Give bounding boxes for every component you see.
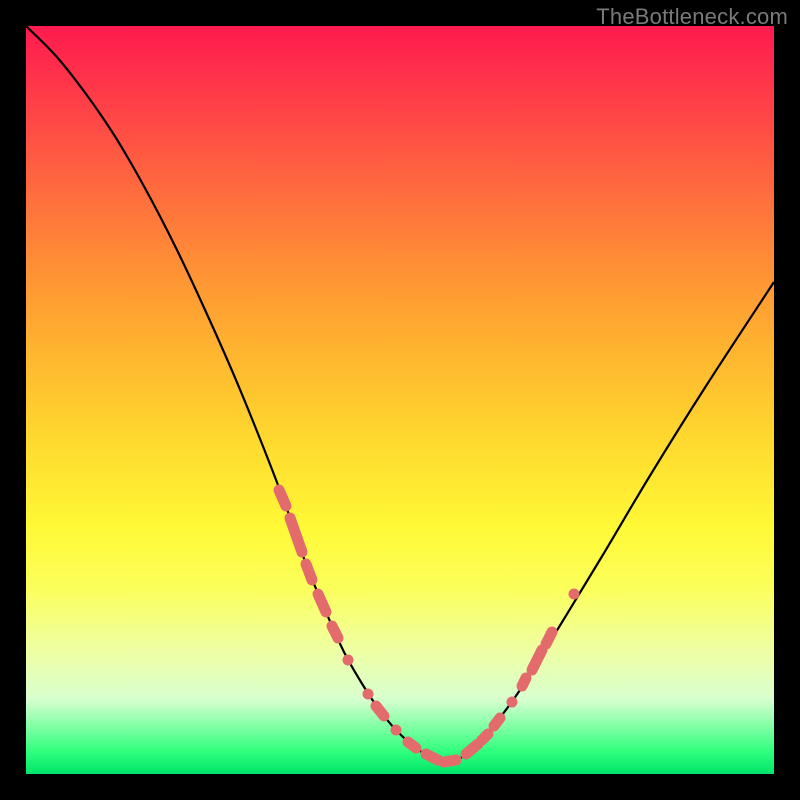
watermark-text: TheBottleneck.com bbox=[596, 4, 788, 30]
chart-svg bbox=[26, 26, 774, 774]
chart-markers bbox=[279, 490, 574, 762]
chart-curve bbox=[26, 26, 774, 762]
chart-plot-area bbox=[26, 26, 774, 774]
